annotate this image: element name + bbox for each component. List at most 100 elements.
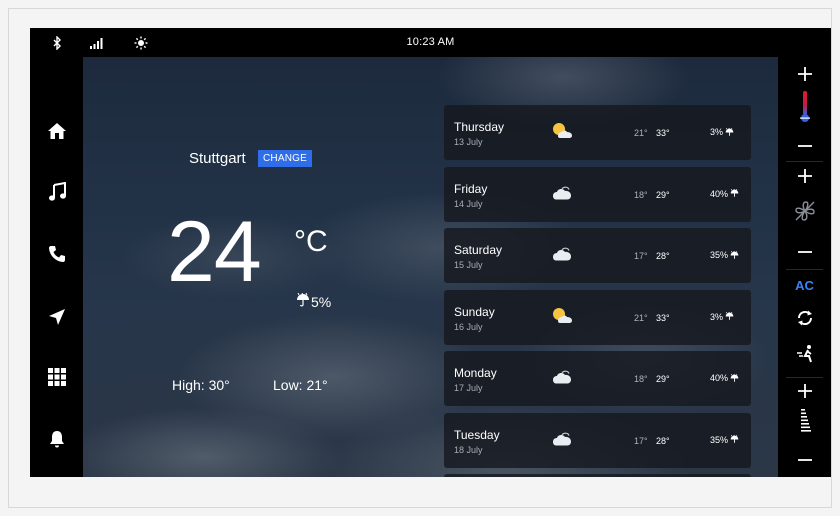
seat-airflow-icon <box>795 344 815 369</box>
rain-umbrella-icon <box>725 312 734 320</box>
rain-umbrella-icon <box>725 127 734 136</box>
forecast-day-card[interactable]: Friday 14 July 18° 29° 40% <box>444 166 751 222</box>
apps-grid-icon <box>47 367 66 391</box>
rain-umbrella-icon <box>296 292 310 310</box>
forecast-date: 17 July <box>454 383 483 393</box>
forecast-low: 18° <box>634 374 648 384</box>
forecast-rain-value: 3% <box>710 127 724 137</box>
forecast-rain-chance: 35% <box>710 435 739 445</box>
forecast-day-card[interactable]: Thursday 13 July 21° 33° 3% <box>444 105 751 160</box>
forecast-low: 21° <box>634 312 648 323</box>
forecast-day-name: Friday <box>454 181 488 196</box>
recirculation-button[interactable] <box>778 309 831 331</box>
minus-icon <box>797 241 813 259</box>
cloud-icon <box>550 183 574 201</box>
sun-cloud-icon <box>550 121 574 139</box>
forecast-low: 17° <box>634 251 648 261</box>
forecast-rain-chance: 3% <box>710 127 734 137</box>
app-frame: 10:23 AM Stuttgart CHANGE 24 °C 5% High:… <box>8 8 832 508</box>
forecast-day-card[interactable]: Saturday 15 July 17° 28° 35% <box>444 228 751 283</box>
minus-icon <box>797 135 813 153</box>
nav-phone[interactable] <box>30 236 83 276</box>
forecast-day-name: Monday <box>454 366 497 380</box>
fan-increase-button[interactable] <box>778 167 831 189</box>
forecast-rain-chance: 40% <box>710 189 739 199</box>
change-city-button[interactable]: CHANGE <box>258 150 312 167</box>
nav-music[interactable] <box>30 174 83 214</box>
notifications-bell-icon <box>49 430 65 453</box>
rain-umbrella-icon <box>730 373 739 382</box>
forecast-rain-value: 35% <box>710 250 729 260</box>
temp-increase-button[interactable] <box>778 65 831 87</box>
forecast-rain-chance: 35% <box>710 250 739 260</box>
forecast-day-card[interactable]: Tuesday 18 July 17° 28° 35% <box>444 412 751 468</box>
forecast-day-card[interactable]: Sunday 16 July 21° 33° 3% <box>444 289 751 345</box>
cloud-icon <box>550 244 574 262</box>
seat-heat-decrease-button[interactable] <box>778 447 831 469</box>
rain-umbrella-icon <box>730 189 739 197</box>
forecast-high: 28° <box>656 435 670 446</box>
city-name: Stuttgart <box>189 150 246 167</box>
forecast-rain-value: 3% <box>710 311 724 322</box>
forecast-low: 21° <box>634 128 648 138</box>
music-icon <box>48 181 66 207</box>
nav-home[interactable] <box>30 113 83 153</box>
plus-icon <box>797 168 813 189</box>
forecast-rain-value: 35% <box>710 434 729 445</box>
sun-cloud-icon <box>550 306 574 324</box>
navigation-icon <box>48 308 66 331</box>
weather-main: Stuttgart CHANGE 24 °C 5% High: 30° Low:… <box>83 57 778 477</box>
cloud-icon <box>550 367 574 385</box>
level-bars-icon <box>799 407 811 440</box>
low-temperature: Low: 21° <box>273 377 328 393</box>
forecast-date: 16 July <box>454 321 483 332</box>
forecast-date: 18 July <box>454 444 483 455</box>
status-bar: 10:23 AM <box>30 28 831 57</box>
forecast-date: 14 July <box>454 198 483 209</box>
forecast-high: 33° <box>656 312 670 323</box>
nav-apps[interactable] <box>30 359 83 399</box>
seat-airflow-button[interactable] <box>778 344 831 369</box>
ac-toggle-button[interactable]: AC <box>778 275 831 295</box>
divider <box>786 161 823 162</box>
rain-umbrella-icon <box>730 250 739 259</box>
forecast-high: 29° <box>656 189 670 200</box>
recirculate-icon <box>796 309 814 332</box>
plus-icon <box>797 383 813 404</box>
fan-decrease-button[interactable] <box>778 239 831 261</box>
forecast-rain-chance: 40% <box>710 373 739 383</box>
divider <box>786 377 823 378</box>
forecast-high: 33° <box>656 128 670 138</box>
precipitation-value: 5% <box>311 293 332 310</box>
nav-notifications[interactable] <box>30 421 83 461</box>
forecast-day-card[interactable]: Monday 17 July 18° 29° 40% <box>444 351 751 406</box>
forecast-low: 18° <box>634 189 648 200</box>
precipitation-chance: 5% <box>296 292 332 310</box>
current-temperature: 24 <box>167 204 262 300</box>
forecast-low: 17° <box>634 435 648 446</box>
ac-label: AC <box>795 277 814 293</box>
temp-decrease-button[interactable] <box>778 133 831 155</box>
high-temperature: High: 30° <box>172 377 230 393</box>
plus-icon <box>797 66 813 87</box>
forecast-rain-value: 40% <box>710 188 729 199</box>
forecast-date: 13 July <box>454 137 483 147</box>
home-icon <box>47 122 67 145</box>
forecast-rain-chance: 3% <box>710 312 734 322</box>
climate-panel: AC <box>778 57 831 477</box>
forecast-high: 28° <box>656 251 670 261</box>
seat-heat-increase-button[interactable] <box>778 382 831 404</box>
thermometer-icon <box>799 90 811 129</box>
clock: 10:23 AM <box>406 36 455 48</box>
forecast-day-name: Sunday <box>454 304 495 319</box>
temperature-unit: °C <box>294 225 328 258</box>
fan-toggle[interactable] <box>778 199 831 227</box>
forecast-day-card[interactable]: Wednesday <box>444 474 751 477</box>
phone-icon <box>48 245 66 268</box>
forecast-day-name: Tuesday <box>454 427 500 442</box>
forecast-high: 29° <box>656 374 670 384</box>
nav-navigation[interactable] <box>30 299 83 339</box>
infotainment-screen: 10:23 AM Stuttgart CHANGE 24 °C 5% High:… <box>30 28 831 477</box>
forecast-rain-value: 40% <box>710 373 729 383</box>
temperature-gauge <box>778 90 831 129</box>
